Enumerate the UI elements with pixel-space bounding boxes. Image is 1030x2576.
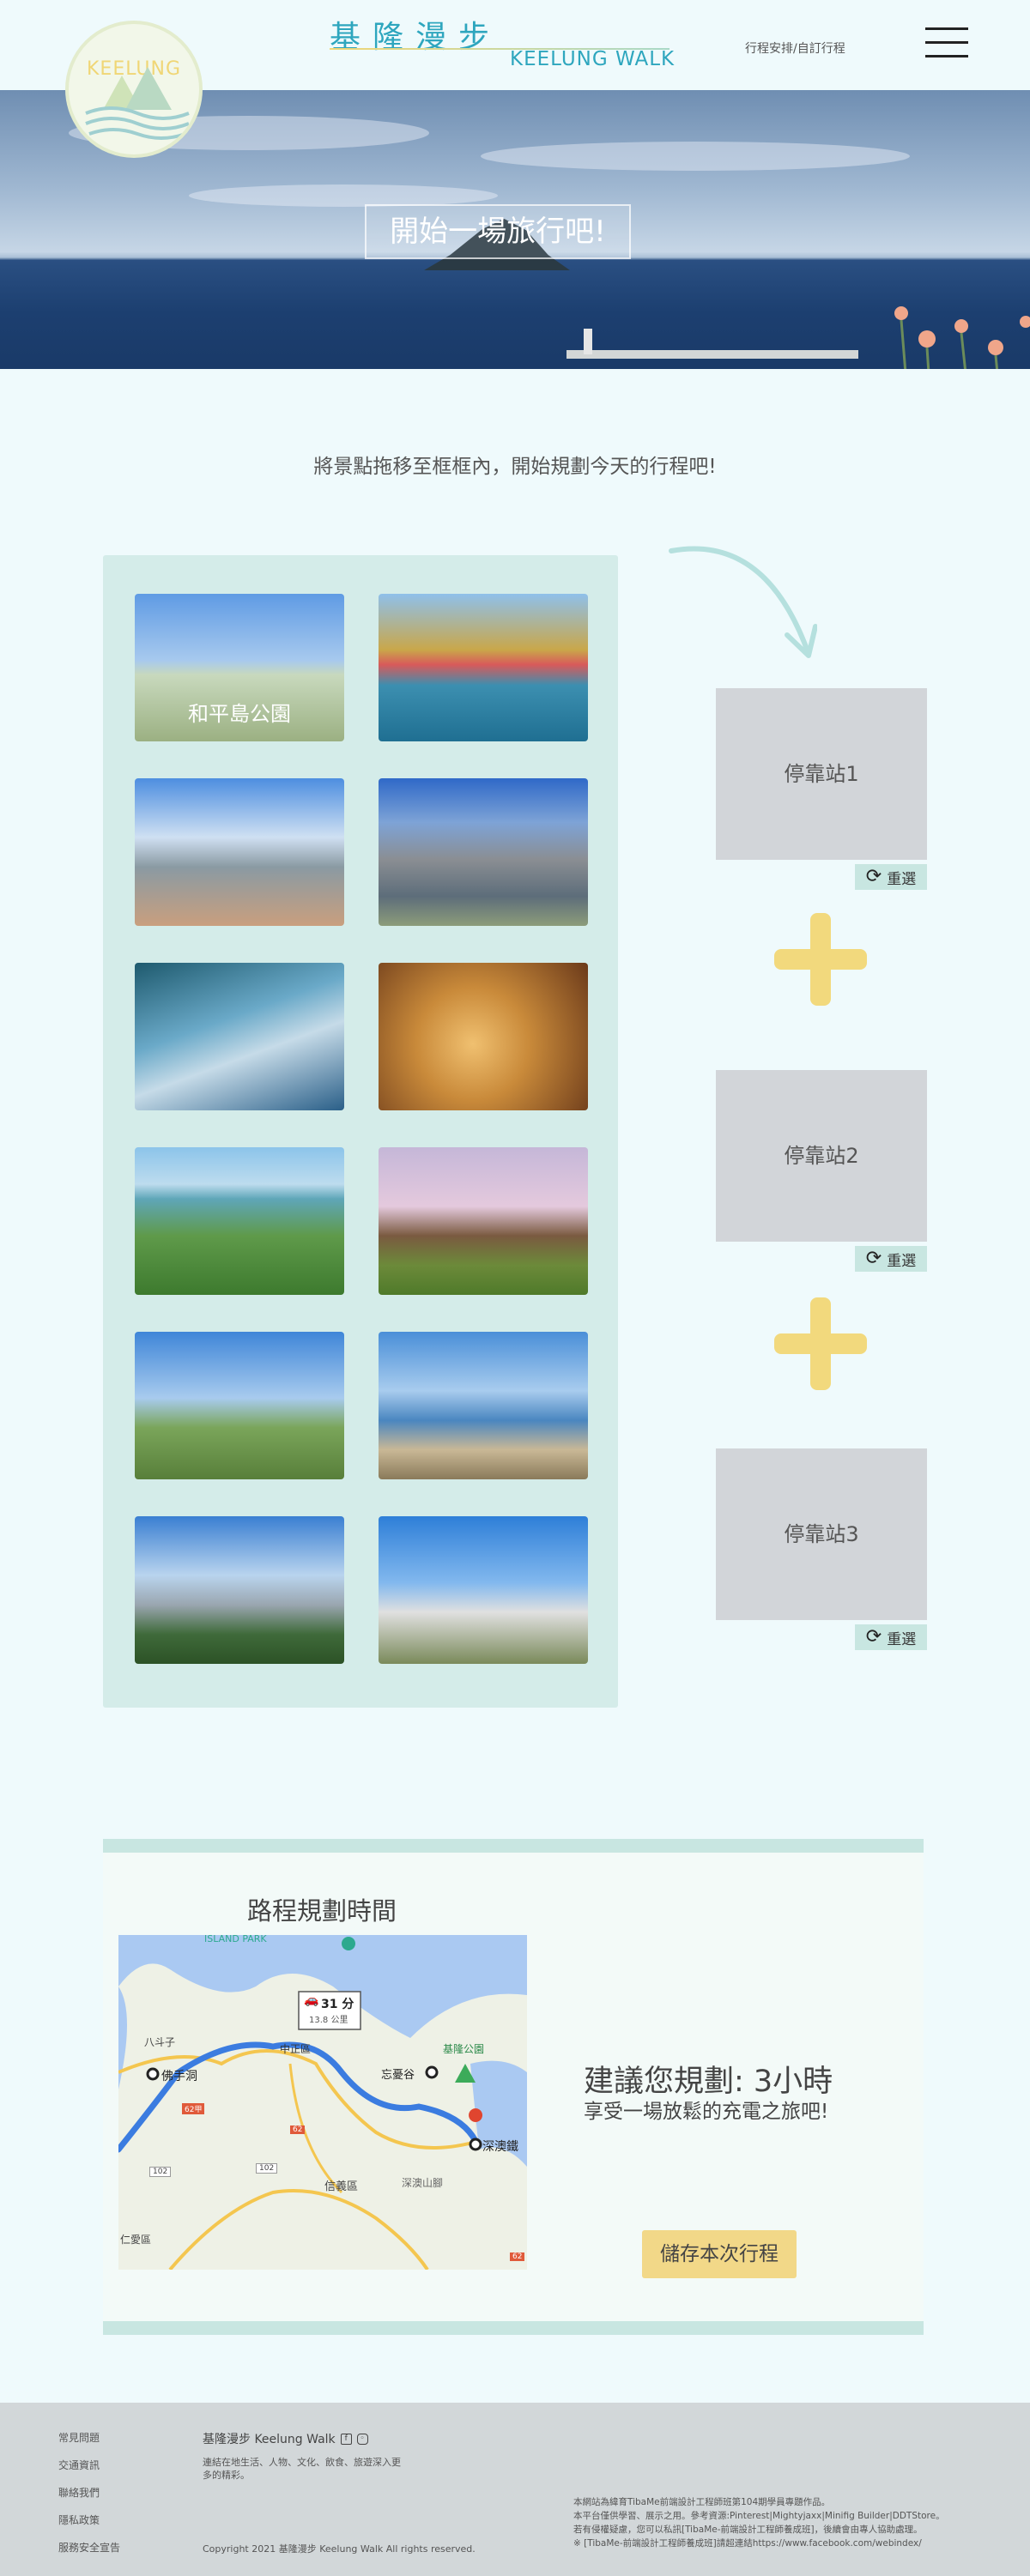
- footer-brand: 基隆漫步 Keelung Walk f ◦: [203, 2430, 368, 2447]
- road-badge: 62甲: [182, 2103, 205, 2114]
- stop-dropzone-3[interactable]: 停靠站3: [716, 1448, 927, 1620]
- refresh-icon: ⟳: [865, 1626, 882, 1648]
- attraction-card[interactable]: [379, 778, 588, 926]
- hamburger-menu-button[interactable]: [925, 27, 968, 58]
- brand-title-en[interactable]: KEELUNG WALK: [510, 48, 675, 70]
- route-planning-title: 路程規劃時間: [247, 1896, 397, 1926]
- drag-arrow-icon: [669, 546, 817, 658]
- attraction-card[interactable]: [379, 1332, 588, 1479]
- attraction-card[interactable]: [379, 1516, 588, 1664]
- stop-dropzone-2[interactable]: 停靠站2: [716, 1070, 927, 1242]
- attraction-card[interactable]: [379, 594, 588, 741]
- plus-icon: [774, 1297, 867, 1390]
- footer-notice-line: 本網站為緯育TibaMe前端設計工程師班第104期學員專題作品。: [573, 2497, 831, 2507]
- footer-notice: 本網站為緯育TibaMe前端設計工程師班第104期學員專題作品。 本平台僅供學習…: [573, 2495, 1003, 2550]
- footer-brand-name: 基隆漫步 Keelung Walk: [203, 2433, 336, 2446]
- reset-label: 重選: [887, 1252, 917, 1270]
- reset-label: 重選: [887, 870, 917, 888]
- route-map-graphic: [118, 1935, 527, 2270]
- hero-pier: [566, 350, 858, 359]
- footer-links: 常見問題 交通資訊 聯絡我們 隱私政策 服務安全宣告: [58, 2430, 120, 2567]
- attraction-card[interactable]: [135, 963, 344, 1110]
- plus-icon: [774, 913, 867, 1006]
- footer-notice-line: 若有侵權疑慮，您可以私訊[TibaMe-前端設計工程師養成班]，後續會由專人協助…: [573, 2525, 923, 2535]
- menu-line-icon: [925, 27, 968, 30]
- footer-description: 連結在地生活、人物、文化、飲食、旅遊深入更多的精彩。: [203, 2457, 401, 2481]
- nav-itinerary-link[interactable]: 行程安排/自訂行程: [745, 39, 845, 57]
- hero-lighthouse: [584, 329, 592, 354]
- route-map[interactable]: ISLAND PARK 佛手洞 中正區 忘憂谷 基隆公園 深澳鐵 深澳山腳 信義…: [118, 1935, 527, 2270]
- footer-copyright: Copyright 2021 基隆漫步 Keelung Walk All rig…: [203, 2543, 476, 2555]
- refresh-icon: ⟳: [865, 866, 882, 887]
- stop-2-reset-button[interactable]: ⟳ 重選: [855, 1246, 927, 1272]
- route-duration: 31 分: [321, 1998, 354, 2011]
- stop-3-reset-button[interactable]: ⟳ 重選: [855, 1624, 927, 1650]
- attraction-card[interactable]: [135, 778, 344, 926]
- stop-dropzone-1[interactable]: 停靠站1: [716, 688, 927, 860]
- site-footer: 常見問題 交通資訊 聯絡我們 隱私政策 服務安全宣告 基隆漫步 Keelung …: [0, 2403, 1030, 2576]
- footer-link-transport[interactable]: 交通資訊: [58, 2458, 120, 2485]
- map-label: 基隆公園: [443, 2043, 485, 2055]
- road-badge: 102: [256, 2163, 278, 2174]
- menu-line-icon: [925, 55, 968, 57]
- save-itinerary-button[interactable]: 儲存本次行程: [642, 2230, 797, 2278]
- refresh-icon: ⟳: [865, 1248, 882, 1269]
- suggested-duration-subtitle: 享受一場放鬆的充電之旅吧!: [584, 2101, 829, 2123]
- attractions-gallery: 和平島公園: [103, 555, 618, 1708]
- menu-line-icon: [925, 41, 968, 44]
- attraction-card-heping-park[interactable]: 和平島公園: [135, 594, 344, 741]
- hero-cloud: [481, 142, 910, 171]
- attraction-card[interactable]: [135, 1332, 344, 1479]
- footer-link-contact[interactable]: 聯絡我們: [58, 2485, 120, 2513]
- start-trip-button[interactable]: 開始一場旅行吧!: [365, 204, 631, 259]
- map-label: 深澳鐵: [482, 2140, 518, 2154]
- attraction-card[interactable]: [135, 1516, 344, 1664]
- map-label: ISLAND PARK: [204, 1935, 267, 1944]
- map-label: 佛手洞: [161, 2070, 197, 2083]
- attraction-card[interactable]: [135, 1147, 344, 1295]
- footer-link-privacy[interactable]: 隱私政策: [58, 2513, 120, 2540]
- map-label: 深澳山腳: [402, 2177, 444, 2189]
- footer-notice-line: 本平台僅供學習、展示之用。參考資源:Pinterest|Mightyjaxx|M…: [573, 2511, 945, 2521]
- map-label: 仁愛區: [120, 2234, 152, 2246]
- map-label: 忘憂谷: [381, 2069, 415, 2082]
- logo-mountain-icon: [85, 67, 190, 140]
- brand-title-zh[interactable]: 基隆漫步: [330, 12, 501, 57]
- attraction-card[interactable]: [379, 1147, 588, 1295]
- facebook-icon[interactable]: f: [340, 2433, 352, 2445]
- instagram-icon[interactable]: ◦: [356, 2433, 368, 2445]
- road-badge: 102: [149, 2167, 172, 2177]
- site-logo[interactable]: KEELUNG: [65, 21, 203, 158]
- footer-link-security[interactable]: 服務安全宣告: [58, 2540, 120, 2567]
- footer-link-faq[interactable]: 常見問題: [58, 2430, 120, 2458]
- road-badge: 62: [290, 2126, 306, 2134]
- road-badge: 62: [510, 2252, 525, 2261]
- footer-notice-line[interactable]: ※ [TibaMe-前端設計工程師養成班]請超連結https://www.fac…: [573, 2537, 1003, 2550]
- attraction-card[interactable]: [379, 963, 588, 1110]
- map-label: 信義區: [324, 2180, 359, 2193]
- map-label: 中正區: [280, 2043, 312, 2055]
- attraction-caption: 和平島公園: [188, 702, 291, 726]
- drag-instruction: 將景點拖移至框框內，開始規劃今天的行程吧!: [313, 456, 717, 478]
- hero-flowers-icon: [894, 306, 1030, 369]
- route-planning-panel: 路程規劃時間 ISLAND PARK 佛手洞 中正區 忘憂谷 基隆公園 深澳鐵 …: [103, 1839, 924, 2335]
- stop-1-reset-button[interactable]: ⟳ 重選: [855, 864, 927, 890]
- reset-label: 重選: [887, 1630, 917, 1648]
- route-distance: 13.8 公里: [309, 2016, 348, 2025]
- car-icon: 🚗: [304, 1993, 319, 2007]
- map-label: 八斗子: [144, 2036, 176, 2048]
